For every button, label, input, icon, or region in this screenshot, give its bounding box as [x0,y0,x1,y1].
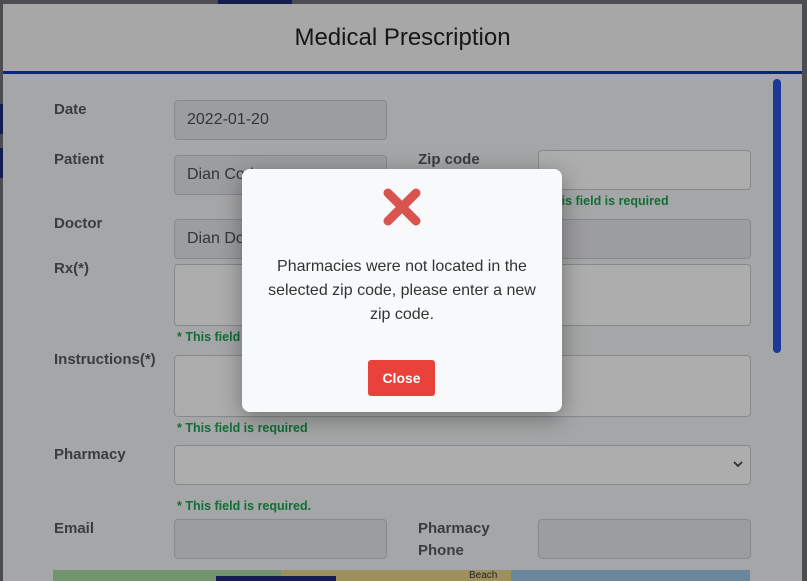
close-button[interactable]: Close [368,360,435,396]
dialog-message: Pharmacies were not located in the selec… [268,258,536,323]
error-x-icon [383,188,421,226]
error-dialog: Pharmacies were not located in the selec… [242,169,562,412]
